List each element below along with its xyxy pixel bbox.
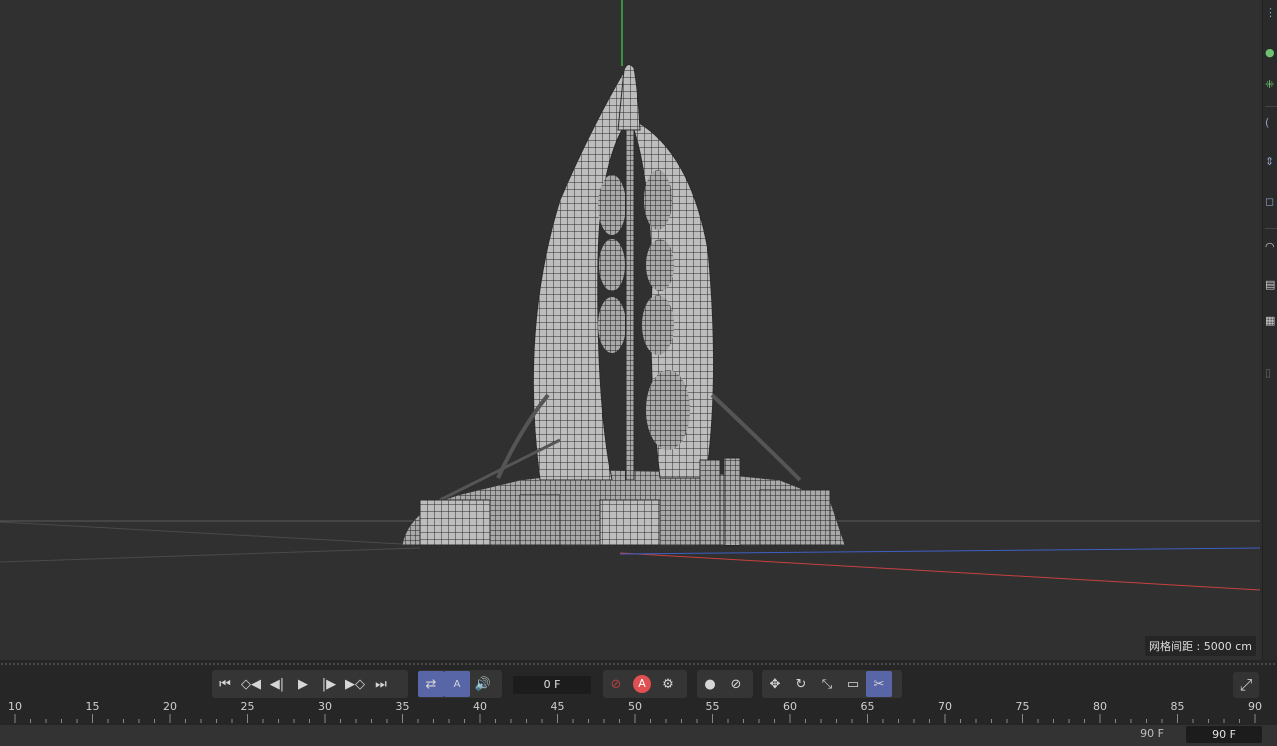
toolbar-separator xyxy=(1265,228,1277,229)
ruler-label: 90 xyxy=(1248,700,1262,713)
ruler-label: 35 xyxy=(395,700,410,713)
keyframe-lock-icon[interactable]: ● xyxy=(697,671,723,697)
prev-keyframe-icon[interactable]: ◇◀ xyxy=(238,671,264,697)
render-icon[interactable]: ▯ xyxy=(1265,366,1277,388)
next-keyframe-icon[interactable]: ▶◇ xyxy=(342,671,368,697)
timeline-expand-icon[interactable]: ⤢ xyxy=(1233,672,1259,698)
ruler-label: 65 xyxy=(860,700,875,713)
grid-spacing-label: 网格间距 : 5000 cm xyxy=(1145,636,1256,656)
ruler-label: 85 xyxy=(1170,700,1185,713)
grid-line xyxy=(0,547,421,563)
ruler-label: 55 xyxy=(705,700,720,713)
ruler-label: 15 xyxy=(85,700,100,713)
ruler-label: 20 xyxy=(163,700,177,713)
ruler-label: 80 xyxy=(1093,700,1107,713)
record-autokey-button[interactable]: A xyxy=(629,671,655,697)
ruler-label: 70 xyxy=(938,700,952,713)
axis-icon[interactable]: ▦ xyxy=(1265,314,1277,336)
loop-icon[interactable]: ⇄ xyxy=(418,671,444,697)
snap-icon[interactable]: ◠ xyxy=(1265,240,1277,262)
panel-divider[interactable] xyxy=(0,662,1277,666)
loop-controls: ⇄ A 🔊 xyxy=(418,670,502,698)
key-type-controls: ✥ ↻ ⤡ ▭ ✂ xyxy=(762,670,902,698)
ruler-label: 40 xyxy=(473,700,487,713)
current-frame-field[interactable]: 0 F xyxy=(513,676,591,694)
range-bar[interactable] xyxy=(0,725,1277,746)
ruler-label: 10 xyxy=(8,700,22,713)
ruler-label: 60 xyxy=(783,700,797,713)
autokey-badge: A xyxy=(633,675,651,693)
point-level-key-icon[interactable]: ✂ xyxy=(866,671,892,697)
key-mode-controls: ● ⊘ xyxy=(697,670,753,698)
playback-controls: ⏮ ◇◀ ◀| ▶ |▶ ▶◇ ⏭ xyxy=(212,670,408,698)
ruler-label: 25 xyxy=(240,700,255,713)
points-mode-icon[interactable]: ● xyxy=(1265,46,1277,68)
timeline-ruler[interactable]: 10 15 20 25 30 35 40 45 50 55 60 65 70 75 80 85 90 xyxy=(0,698,1277,724)
rotate-icon[interactable]: ◻ xyxy=(1265,195,1277,217)
ruler-label: 75 xyxy=(1015,700,1030,713)
sound-icon[interactable]: 🔊 xyxy=(470,671,496,697)
go-to-start-icon[interactable]: ⏮ xyxy=(212,671,238,697)
end-frame-field[interactable]: 90 F xyxy=(1186,726,1262,743)
polygons-mode-icon[interactable]: ( xyxy=(1265,116,1277,138)
toolbar-separator xyxy=(1265,106,1277,107)
record-controls: ⊘ A ⚙ xyxy=(603,670,687,698)
ruler-label: 45 xyxy=(550,700,565,713)
end-frame-label: 90 F xyxy=(1140,727,1164,740)
right-toolbar: ⋮ ● ⁜ ( ⇕ ◻ ◠ ▤ ▦ ▯ xyxy=(1262,0,1277,660)
workplane-icon[interactable]: ▤ xyxy=(1265,278,1277,300)
autokey-button[interactable]: A xyxy=(444,671,470,697)
go-to-end-icon[interactable]: ⏭ xyxy=(368,671,394,697)
tower-mesh-icon xyxy=(401,64,846,547)
grid-line xyxy=(0,521,421,546)
scene-canvas[interactable] xyxy=(0,0,1260,660)
ruler-label: 50 xyxy=(628,700,642,713)
move-tool-icon[interactable]: ⋮ xyxy=(1265,6,1277,28)
scale-icon[interactable]: ⇕ xyxy=(1265,155,1277,177)
keyframe-settings-icon[interactable]: ⚙ xyxy=(655,671,681,697)
ruler-label: 30 xyxy=(318,700,332,713)
record-icon[interactable]: ⊘ xyxy=(603,671,629,697)
prev-frame-icon[interactable]: ◀| xyxy=(264,671,290,697)
keyframe-selection-icon[interactable]: ⊘ xyxy=(723,671,749,697)
z-axis-line xyxy=(619,547,1260,555)
next-frame-icon[interactable]: |▶ xyxy=(316,671,342,697)
scale-key-icon[interactable]: ⤡ xyxy=(814,671,840,697)
rotation-key-icon[interactable]: ↻ xyxy=(788,671,814,697)
parameter-key-icon[interactable]: ▭ xyxy=(840,671,866,697)
play-icon[interactable]: ▶ xyxy=(290,671,316,697)
x-axis-line xyxy=(619,552,1260,591)
position-key-icon[interactable]: ✥ xyxy=(762,671,788,697)
edges-mode-icon[interactable]: ⁜ xyxy=(1265,78,1277,100)
3d-viewport[interactable]: 网格间距 : 5000 cm xyxy=(0,0,1260,660)
